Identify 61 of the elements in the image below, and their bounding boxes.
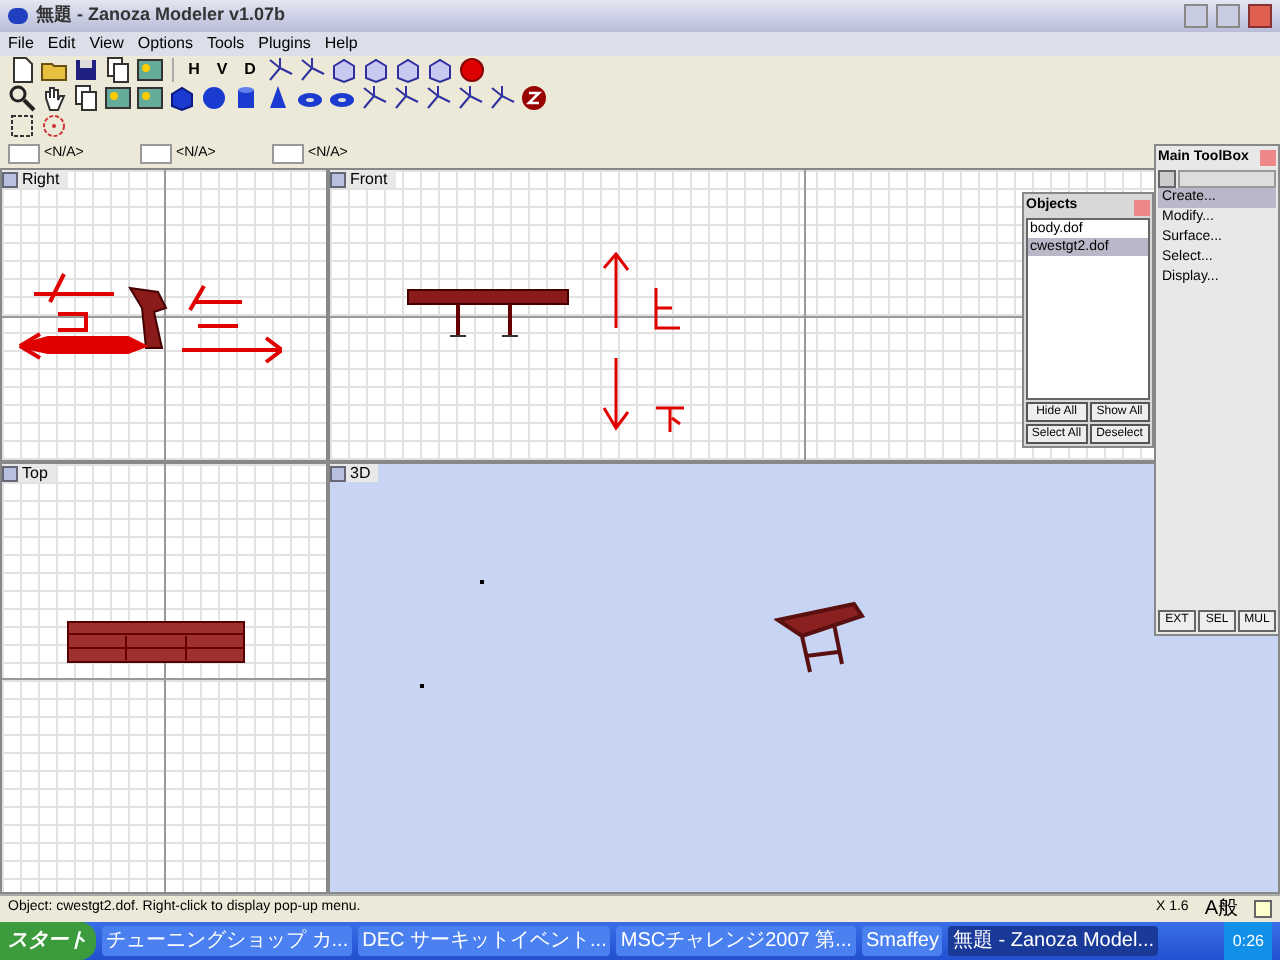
menu-item[interactable]: File [8, 32, 34, 56]
axes-icon[interactable] [392, 84, 420, 112]
selection-icon[interactable] [8, 112, 36, 140]
cylinder-icon[interactable] [232, 84, 260, 112]
viewport-label: Front [350, 170, 388, 188]
cube-icon[interactable] [168, 84, 196, 112]
sphere-icon[interactable] [458, 56, 486, 84]
viewport-label: Right [22, 170, 60, 188]
menu-item[interactable]: Plugins [258, 32, 311, 56]
cone-icon[interactable] [264, 84, 292, 112]
viewport-label: Top [22, 464, 48, 482]
menu-item[interactable]: Edit [47, 32, 76, 56]
search-icon[interactable] [8, 84, 36, 112]
copy-icon[interactable] [104, 56, 132, 84]
axis-button[interactable]: H [182, 58, 206, 82]
help-icon[interactable] [1254, 900, 1272, 918]
menu-item[interactable]: Help [324, 32, 358, 56]
axes-icon[interactable] [424, 84, 452, 112]
menu-item[interactable]: Options [137, 32, 193, 56]
picture-icon[interactable] [136, 84, 164, 112]
picture-icon[interactable] [104, 84, 132, 112]
axis-button[interactable]: D [238, 58, 262, 82]
axes-icon[interactable] [298, 56, 326, 84]
target-icon[interactable] [40, 112, 68, 140]
taskbar-button[interactable]: チューニングショップ カ... [102, 926, 353, 956]
save-icon[interactable] [72, 56, 100, 84]
taskbar-button[interactable]: DEC サーキットイベント... [358, 926, 611, 956]
spoiler-3d-drawing [774, 600, 866, 676]
menu-item[interactable]: Tools [206, 32, 245, 56]
clock: 0:26 [1232, 929, 1264, 953]
axes-icon[interactable] [456, 84, 484, 112]
window-title: 無題 - Zanoza Modeler v1.07b [36, 2, 288, 29]
viewport-menu-icon[interactable] [2, 465, 18, 481]
viewport-label: 3D [350, 464, 371, 482]
axes-icon[interactable] [266, 56, 294, 84]
viewport-menu-icon[interactable] [330, 171, 346, 187]
copy-icon[interactable] [72, 84, 100, 112]
viewport[interactable]: Right [0, 168, 328, 462]
viewport-menu-icon[interactable] [2, 171, 18, 187]
hand-icon[interactable] [40, 84, 68, 112]
app-icon [8, 8, 28, 24]
spoiler-side-drawing [128, 284, 168, 352]
axes-icon[interactable] [360, 84, 388, 112]
taskbar-button[interactable]: Smaffey [861, 926, 943, 956]
point-marker [420, 684, 424, 688]
spinner-field[interactable] [140, 144, 172, 164]
z-circle-icon[interactable] [520, 84, 548, 112]
viewport[interactable]: Top [0, 462, 328, 894]
taskbar-button[interactable]: MSCチャレンジ2007 第... [616, 926, 856, 956]
point-marker [480, 580, 484, 584]
picture-icon[interactable] [136, 56, 164, 84]
axes-icon[interactable] [488, 84, 516, 112]
ime-mode-text: A般 [1204, 897, 1238, 921]
spinner-field[interactable] [272, 144, 304, 164]
start-button[interactable]: スタート [0, 922, 96, 960]
axis-button[interactable]: V [210, 58, 234, 82]
viewport-menu-icon[interactable] [330, 465, 346, 481]
spinner-field[interactable] [8, 144, 40, 164]
sphere-icon[interactable] [200, 84, 228, 112]
taskbar-button[interactable]: 無題 - Zanoza Model... [948, 926, 1159, 956]
menu-item[interactable]: View [89, 32, 124, 56]
